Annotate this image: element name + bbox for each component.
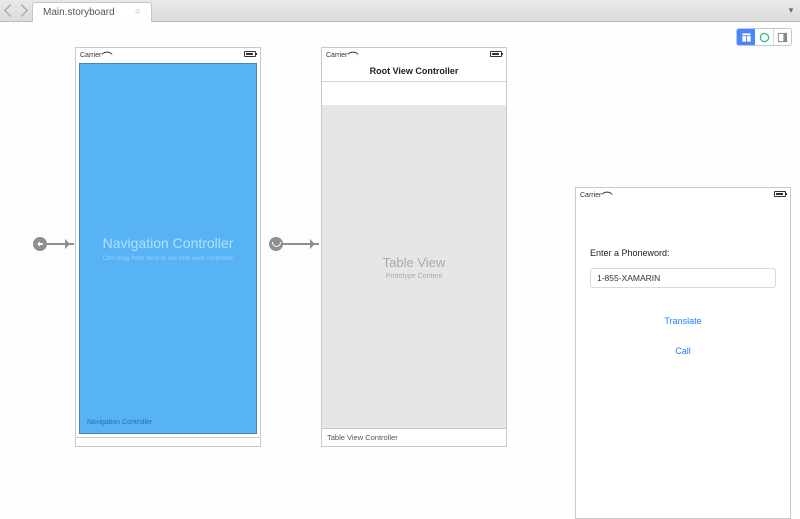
navigation-controller-scene[interactable]: Carrier Navigation Controller Ctrl+drag … [75,47,261,447]
wifi-icon [103,50,112,57]
navigation-bar[interactable]: Root View Controller [322,60,506,82]
navigation-controller-hint: Ctrl+drag from here to set root view con… [103,255,234,262]
navigation-controller-body: Navigation Controller Ctrl+drag from her… [79,63,257,434]
battery-icon [774,191,786,197]
status-bar: Carrier [322,48,506,60]
table-view[interactable]: Table View Prototype Content [322,106,506,428]
carrier-text: Carrier [80,52,101,59]
forward-button[interactable] [15,4,28,17]
document-tab[interactable]: Main.storyboard [32,2,152,22]
table-view-controller-scene[interactable]: Carrier Root View Controller Table View … [321,47,507,447]
phoneword-text-field[interactable]: 1-855-XAMARIN [590,268,776,288]
storyboard-entry-arrow[interactable] [47,243,74,245]
relationship-segue-icon [269,237,283,251]
carrier-label: Carrier [80,50,112,59]
table-view-placeholder-title: Table View [383,255,446,270]
carrier-label: Carrier [580,190,612,199]
translate-button[interactable]: Translate [590,316,776,326]
entry-point-icon [33,237,47,251]
table-header-area[interactable] [322,82,506,106]
storyboard-canvas[interactable]: Carrier Navigation Controller Ctrl+drag … [0,22,800,519]
navigation-controller-inner-label: Navigation Controller [87,419,152,426]
phoneword-prompt-label: Enter a Phoneword: [590,248,776,258]
wifi-icon [603,190,612,197]
carrier-text: Carrier [326,52,347,59]
tabbar-spacer [152,0,782,21]
wifi-icon [349,50,358,57]
navigation-bar-title: Root View Controller [370,66,459,76]
navigation-controller-title: Navigation Controller [103,235,234,251]
view-controller-scene[interactable]: Carrier Enter a Phoneword: 1-855-XAMARIN… [575,187,791,519]
tab-title: Main.storyboard [43,7,115,18]
status-bar: Carrier [576,188,790,200]
scene-label [76,437,260,446]
phoneword-content: Enter a Phoneword: 1-855-XAMARIN Transla… [576,200,790,518]
status-bar: Carrier [76,48,260,60]
table-view-placeholder-sub: Prototype Content [386,273,442,280]
tab-bar: Main.storyboard [0,0,800,22]
battery-icon [490,51,502,57]
phoneword-text-value: 1-855-XAMARIN [597,273,660,283]
close-tab-icon[interactable] [135,6,145,16]
history-nav [0,0,32,21]
scene-label: Table View Controller [322,428,506,446]
carrier-text: Carrier [580,192,601,199]
call-button[interactable]: Call [590,346,776,356]
root-relationship-segue[interactable] [283,243,319,245]
tab-overflow-button[interactable] [782,0,800,21]
carrier-label: Carrier [326,50,358,59]
battery-icon [244,51,256,57]
